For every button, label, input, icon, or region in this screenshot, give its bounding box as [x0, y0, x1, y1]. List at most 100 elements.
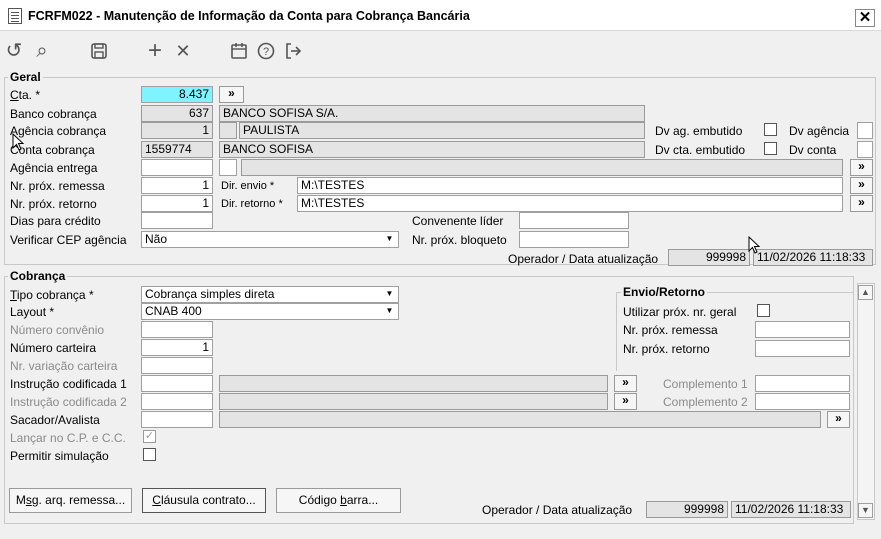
- verificar-cep-value: Não: [145, 232, 168, 246]
- help-icon[interactable]: ?: [254, 39, 278, 63]
- vertical-scrollbar[interactable]: [857, 283, 875, 520]
- agencia-entrega-input[interactable]: [141, 159, 213, 176]
- lancar-checkbox[interactable]: ✓: [143, 430, 156, 443]
- dv-ag-embutido-label: Dv ag. embutido: [655, 124, 743, 138]
- msg-arq-remessa-button[interactable]: Msg. arq. remessa...: [9, 488, 132, 513]
- tipo-cobranca-select[interactable]: Cobrança simples direta: [141, 286, 399, 303]
- banco-code-field[interactable]: 637: [141, 105, 213, 122]
- dv-cta-embutido-checkbox[interactable]: [764, 142, 777, 155]
- close-button[interactable]: ✕: [855, 9, 875, 27]
- geral-operador-field: 999998: [668, 249, 750, 266]
- app-icon: [8, 8, 22, 24]
- cobranca-data-field: 11/02/2026 11:18:33: [731, 501, 851, 518]
- lancar-label: Lançar no C.P. e C.C.: [10, 431, 126, 445]
- prox-retorno-label: Nr. próx. retorno: [10, 197, 97, 211]
- chevron-down-icon[interactable]: ▼: [383, 288, 396, 301]
- dias-credito-label: Dias para crédito: [10, 214, 101, 228]
- sacador-lookup-button[interactable]: »: [827, 411, 850, 428]
- mouse-cursor-icon: [748, 236, 760, 254]
- instrucao2-label: Instrução codificada 2: [10, 395, 127, 409]
- cobranca-operador-label: Operador / Data atualização: [482, 503, 633, 517]
- chevron-down-icon[interactable]: ▼: [383, 305, 396, 318]
- chevron-down-icon[interactable]: ▼: [383, 233, 396, 246]
- layout-select[interactable]: CNAB 400: [141, 303, 399, 320]
- dv-conta-label: Dv conta: [789, 143, 837, 157]
- title-bar: FCRFM022 - Manutenção de Informação da C…: [0, 0, 881, 31]
- dv-cta-embutido-label: Dv cta. embutido: [655, 143, 746, 157]
- utilizar-prox-checkbox[interactable]: [757, 304, 770, 317]
- dir-envio-browse-button[interactable]: »: [850, 177, 873, 194]
- complemento1-input[interactable]: [755, 375, 850, 392]
- dir-retorno-browse-button[interactable]: »: [850, 195, 873, 212]
- prox-remessa-input[interactable]: 1: [141, 177, 213, 194]
- instrucao1-description: [219, 375, 608, 392]
- envio-retorno-title: Envio/Retorno: [621, 285, 708, 299]
- exit-icon[interactable]: [281, 39, 305, 63]
- numero-convenio-label: Número convênio: [10, 323, 105, 337]
- variacao-carteira-label: Nr. variação carteira: [10, 359, 118, 373]
- clausula-contrato-button[interactable]: Cláusula contrato...: [142, 488, 266, 513]
- complemento2-input[interactable]: [755, 393, 850, 410]
- sacador-input[interactable]: [141, 411, 213, 428]
- dv-agencia-label: Dv agência: [789, 124, 850, 138]
- search-icon[interactable]: ⌕: [30, 39, 54, 63]
- permitir-simulacao-label: Permitir simulação: [10, 449, 109, 463]
- window-title: FCRFM022 - Manutenção de Informação da C…: [28, 9, 470, 23]
- dir-retorno-label: Dir. retorno *: [221, 198, 283, 210]
- conta-code-field[interactable]: 1559774: [141, 141, 213, 158]
- dias-credito-input[interactable]: [141, 212, 213, 229]
- numero-convenio-input[interactable]: [141, 321, 213, 338]
- permitir-simulacao-checkbox[interactable]: [143, 448, 156, 461]
- sacador-label: Sacador/Avalista: [10, 413, 100, 427]
- cta-label: Cta. *: [10, 88, 41, 102]
- geral-data-field: 11/02/2026 11:18:33: [753, 249, 873, 266]
- banco-label: Banco cobrança: [10, 107, 97, 121]
- mouse-cursor-icon: [12, 133, 24, 151]
- cta-lookup-button[interactable]: »: [219, 86, 244, 103]
- dv-agencia-input[interactable]: [857, 122, 873, 139]
- verificar-cep-select[interactable]: Não: [141, 231, 399, 248]
- env-retorno-input[interactable]: [755, 340, 850, 357]
- prox-retorno-input[interactable]: 1: [141, 195, 213, 212]
- refresh-icon[interactable]: ↺: [2, 39, 26, 63]
- tipo-cobranca-label: Tipo cobrança *: [10, 288, 94, 302]
- scroll-down-button[interactable]: ▼: [858, 503, 873, 518]
- agencia-code-field[interactable]: 1: [141, 122, 213, 139]
- dir-retorno-input[interactable]: M:\TESTES: [297, 195, 843, 212]
- tipo-cobranca-value: Cobrança simples direta: [145, 287, 275, 301]
- complemento1-label: Complemento 1: [663, 377, 748, 391]
- numero-carteira-label: Número carteira: [10, 341, 97, 355]
- conta-name-field: BANCO SOFISA: [219, 141, 645, 158]
- save-icon[interactable]: [87, 39, 111, 63]
- scroll-up-button[interactable]: ▲: [858, 285, 873, 300]
- instrucao1-input[interactable]: [141, 375, 213, 392]
- agencia-entrega-name-field: [241, 159, 843, 176]
- convenente-input[interactable]: [519, 212, 629, 229]
- layout-label: Layout *: [10, 305, 55, 319]
- instrucao2-description: [219, 393, 608, 410]
- env-retorno-label: Nr. próx. retorno: [623, 342, 710, 356]
- cobranca-title: Cobrança: [8, 269, 68, 283]
- instrucao2-lookup-button[interactable]: »: [614, 393, 637, 410]
- verificar-cep-label: Verificar CEP agência: [10, 233, 127, 247]
- prox-bloqueto-input[interactable]: [519, 231, 629, 248]
- delete-icon[interactable]: ✕: [171, 39, 195, 63]
- dv-conta-input[interactable]: [857, 141, 873, 158]
- add-icon[interactable]: +: [143, 39, 167, 63]
- calendar-icon[interactable]: [227, 39, 251, 63]
- prox-bloqueto-label: Nr. próx. bloqueto: [412, 233, 507, 247]
- instrucao2-input[interactable]: [141, 393, 213, 410]
- agencia-entrega-lookup-button[interactable]: »: [850, 159, 873, 176]
- dv-ag-embutido-checkbox[interactable]: [764, 123, 777, 136]
- numero-carteira-input[interactable]: 1: [141, 339, 213, 356]
- cta-input[interactable]: 8.437: [141, 86, 213, 103]
- dir-envio-input[interactable]: M:\TESTES: [297, 177, 843, 194]
- env-remessa-input[interactable]: [755, 321, 850, 338]
- codigo-barra-button[interactable]: Código barra...: [276, 488, 401, 513]
- agencia-dv-field[interactable]: [219, 122, 237, 139]
- geral-title: Geral: [8, 70, 43, 84]
- agencia-entrega-dv-input[interactable]: [219, 159, 237, 176]
- variacao-carteira-input[interactable]: [141, 357, 213, 374]
- instrucao1-lookup-button[interactable]: »: [614, 375, 637, 392]
- instrucao1-label: Instrução codificada 1: [10, 377, 127, 391]
